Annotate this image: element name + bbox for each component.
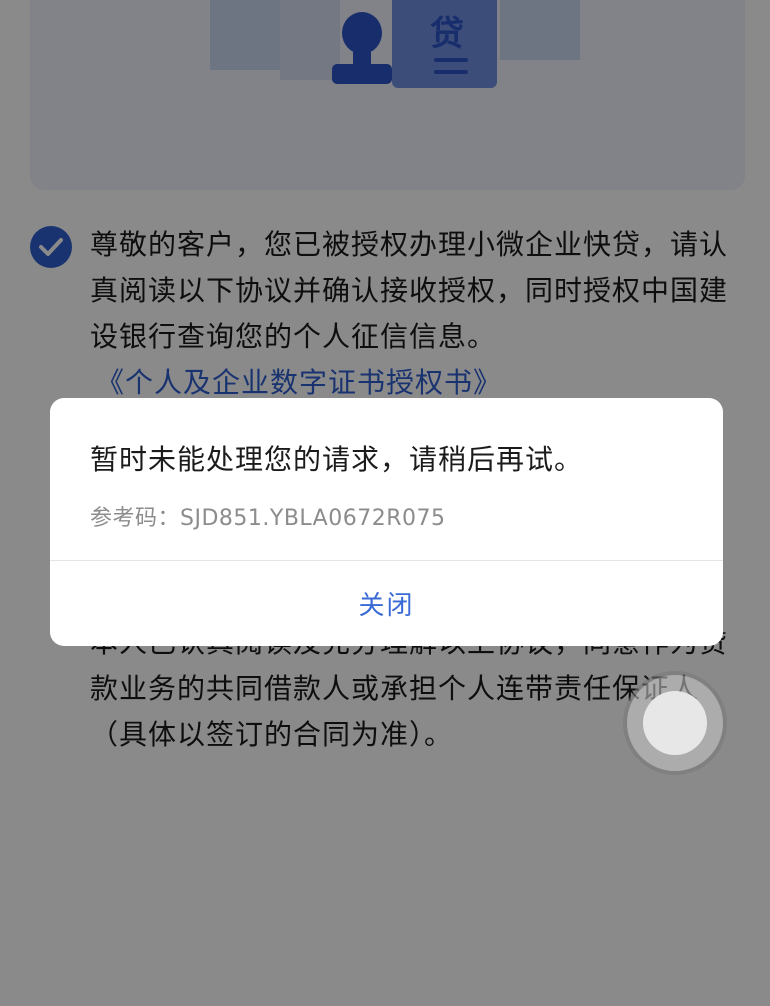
reference-code: 参考码：SJD851.YBLA0672R075 [90,506,446,531]
assistive-touch-icon [643,691,707,755]
assistive-touch-button[interactable] [627,675,723,771]
close-button[interactable]: 关闭 [50,561,723,646]
error-message: 暂时未能处理您的请求，请稍后再试。 [90,443,584,476]
error-dialog: 暂时未能处理您的请求，请稍后再试。 参考码：SJD851.YBLA0672R07… [50,398,723,646]
